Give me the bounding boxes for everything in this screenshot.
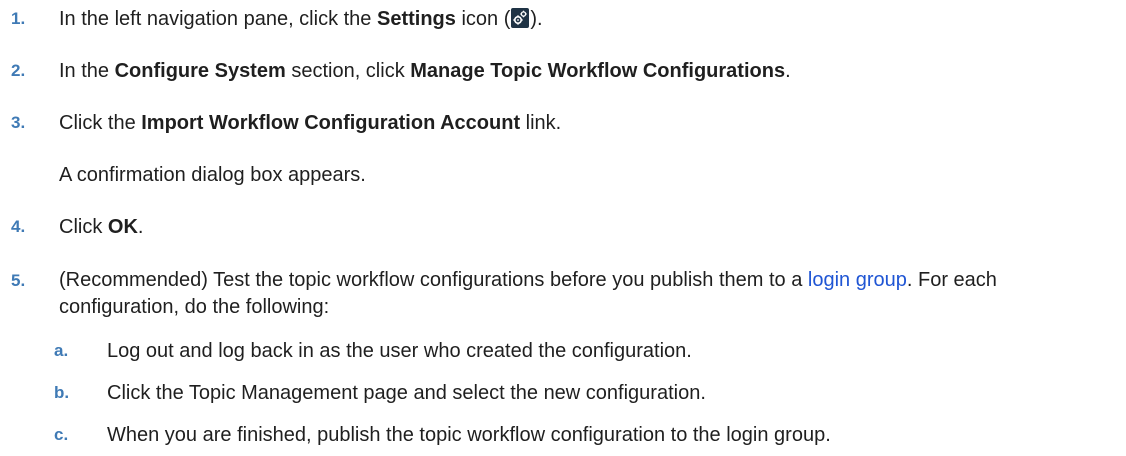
import-link-label: Import Workflow Configuration Account [141, 112, 521, 134]
manage-workflow-label: Manage Topic Workflow Configurations [410, 60, 786, 82]
step-number: 1. [11, 9, 26, 28]
step-text-part: . [137, 216, 144, 238]
substep-text: Click the Topic Management page and sele… [107, 382, 706, 404]
step-4: 4. Click OK. [11, 215, 1116, 239]
settings-label: Settings [376, 8, 456, 30]
substep-letter: c. [54, 425, 69, 444]
step-text-part: (Recommended) Test the topic workflow co… [59, 269, 808, 291]
step-3-result-note: A confirmation dialog box appears. [59, 164, 366, 186]
substep-letter: b. [54, 383, 70, 402]
procedure-steps: 1. In the left navigation pane, click th… [0, 0, 1126, 456]
step-number: 2. [11, 61, 26, 80]
substep-a: a. Log out and log back in as the user w… [11, 339, 1116, 363]
step-2: 2. In the Configure System section, clic… [11, 59, 1116, 83]
substep-letter: a. [54, 341, 69, 360]
substep-b: b. Click the Topic Management page and s… [11, 381, 1116, 405]
step-text-part: Click [59, 216, 108, 238]
step-text: In the Configure System section, click M… [59, 59, 1116, 83]
step-text-part: section, click [285, 60, 411, 82]
step-number: 5. [11, 271, 26, 290]
step-text-part: icon ( [455, 8, 511, 30]
substep-text: When you are finished, publish the topic… [107, 424, 831, 446]
step-1: 1. In the left navigation pane, click th… [11, 7, 1116, 31]
step-text-part: In the left navigation pane, click the [59, 8, 377, 30]
step-3: 3. Click the Import Workflow Configurati… [11, 111, 1116, 135]
step-5: 5. (Recommended) Test the topic workflow… [11, 267, 1116, 321]
step-text: (Recommended) Test the topic workflow co… [59, 267, 1116, 321]
configure-system-label: Configure System [114, 60, 286, 82]
login-group-link[interactable]: login group [808, 269, 907, 291]
step-text: In the left navigation pane, click the S… [59, 7, 1116, 31]
ok-label: OK [107, 216, 138, 238]
step-text-part: In the [59, 60, 115, 82]
step-text-part: . [785, 60, 791, 82]
step-number: 3. [11, 113, 26, 132]
settings-gear-icon [511, 8, 530, 28]
substep-c: c. When you are finished, publish the to… [11, 423, 1116, 447]
step-text-part: Click the [59, 112, 142, 134]
step-text-part: link. [520, 112, 562, 134]
substep-text: Log out and log back in as the user who … [107, 340, 692, 362]
step-number: 4. [11, 217, 26, 236]
step-text: Click OK. [59, 215, 1116, 239]
step-text-part: ). [530, 8, 543, 30]
step-text: Click the Import Workflow Configuration … [59, 111, 1116, 135]
